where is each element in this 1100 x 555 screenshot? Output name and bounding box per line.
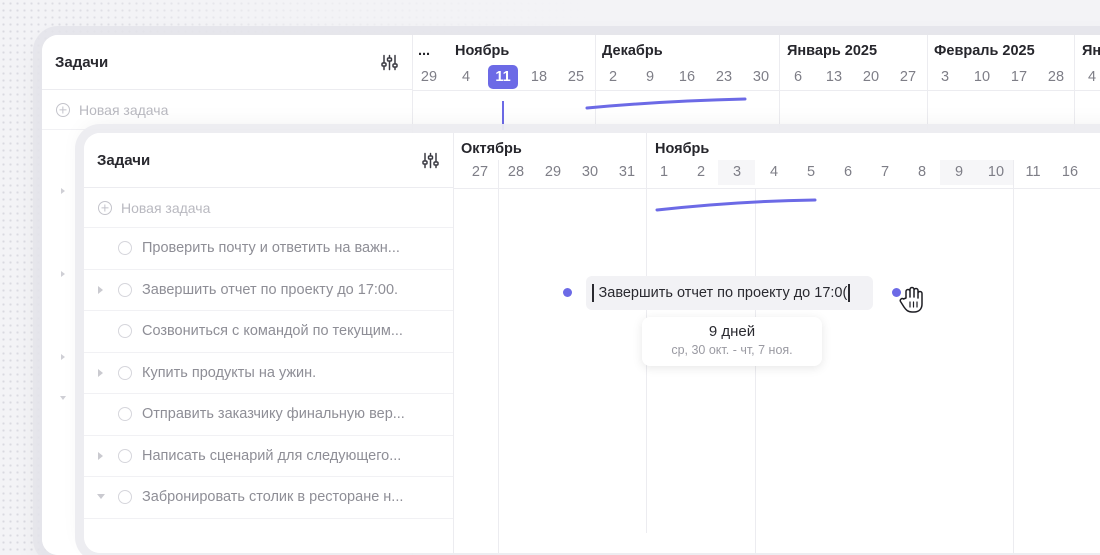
sidebar-title: Задачи bbox=[97, 151, 151, 169]
tooltip-duration: 9 дней bbox=[708, 323, 756, 340]
sidebar-title: Задачи bbox=[55, 53, 109, 71]
back-sidebar-header: Задачи bbox=[42, 35, 412, 90]
text-cursor-start bbox=[592, 284, 594, 302]
task-label: Написать сценарий для следующего... bbox=[142, 447, 402, 464]
task-checkbox-icon[interactable] bbox=[118, 241, 132, 256]
bar-start-handle[interactable] bbox=[563, 288, 572, 297]
task-row[interactable]: Купить продукты на ужин. bbox=[84, 353, 453, 394]
task-label: Завершить отчет по проекту до 17:00. bbox=[142, 281, 399, 298]
task-checkbox-icon[interactable] bbox=[118, 407, 132, 422]
task-row[interactable]: Завершить отчет по проекту до 17:00. bbox=[84, 270, 453, 311]
filter-sliders-icon[interactable] bbox=[421, 151, 439, 169]
new-task-input[interactable]: Новая задача bbox=[42, 90, 412, 130]
expand-caret-icon[interactable] bbox=[84, 285, 118, 294]
plus-circle-icon bbox=[98, 200, 112, 215]
task-bar[interactable]: Завершить отчет по проекту до 17:0( bbox=[586, 276, 873, 310]
task-checkbox-icon[interactable] bbox=[118, 490, 132, 505]
grab-hand-cursor-icon bbox=[899, 286, 923, 313]
task-bar-text[interactable]: Завершить отчет по проекту до 17:0( bbox=[599, 285, 848, 301]
front-sidebar: Задачи Новая задача Проверить почту и от… bbox=[84, 133, 454, 553]
back-row-carets bbox=[60, 188, 66, 400]
expand-caret-icon[interactable] bbox=[84, 494, 118, 500]
task-label: Отправить заказчику финальную вер... bbox=[142, 406, 405, 423]
tooltip-date-range: ср, 30 окт. - чт, 7 ноя. bbox=[671, 343, 793, 357]
task-list: Проверить почту и ответить на важн... Зав… bbox=[84, 228, 453, 519]
filter-sliders-icon[interactable] bbox=[380, 53, 398, 71]
front-sidebar-header: Задачи bbox=[84, 133, 453, 188]
task-checkbox-icon[interactable] bbox=[118, 448, 132, 463]
task-row[interactable]: Отправить заказчику финальную вер... bbox=[84, 394, 453, 436]
new-task-placeholder: Новая задача bbox=[121, 199, 211, 216]
duration-tooltip: 9 дней ср, 30 окт. - чт, 7 ноя. bbox=[642, 317, 822, 366]
task-label: Купить продукты на ужин. bbox=[142, 364, 317, 381]
task-label: Забронировать столик в ресторане н... bbox=[142, 489, 404, 506]
text-cursor-end bbox=[848, 284, 850, 302]
task-label: Проверить почту и ответить на важн... bbox=[142, 240, 400, 257]
task-row[interactable]: Забронировать столик в ресторане н... bbox=[84, 477, 453, 519]
plus-circle-icon bbox=[56, 102, 70, 117]
front-gantt-panel: Задачи Новая задача Проверить почту и от… bbox=[84, 133, 1100, 553]
task-row[interactable]: Написать сценарий для следующего... bbox=[84, 436, 453, 477]
expand-caret-icon[interactable] bbox=[84, 451, 118, 460]
task-checkbox-icon[interactable] bbox=[118, 365, 132, 380]
expand-caret-icon[interactable] bbox=[84, 368, 118, 377]
new-task-input[interactable]: Новая задача bbox=[84, 188, 453, 228]
task-checkbox-icon[interactable] bbox=[118, 282, 132, 297]
task-row[interactable]: Созвониться с командой по текущим... bbox=[84, 311, 453, 353]
task-label: Созвониться с командой по текущим... bbox=[142, 323, 403, 340]
task-row[interactable]: Проверить почту и ответить на важн... bbox=[84, 228, 453, 270]
front-dependency-curve bbox=[655, 198, 817, 212]
new-task-placeholder: Новая задача bbox=[79, 101, 169, 118]
task-checkbox-icon[interactable] bbox=[118, 324, 132, 339]
